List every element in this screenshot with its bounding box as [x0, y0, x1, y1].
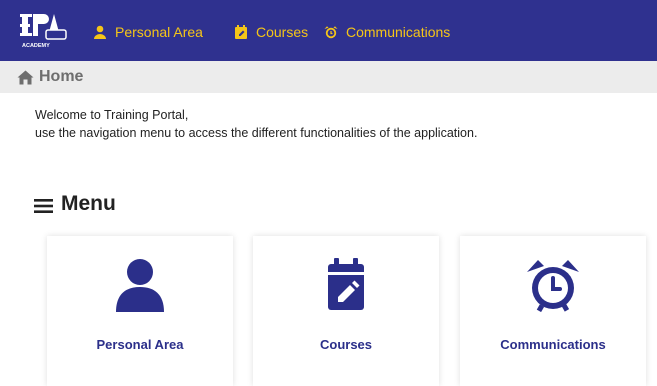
user-icon	[112, 256, 168, 312]
menu-card-courses-label: Courses	[319, 337, 373, 352]
nav-courses[interactable]: Courses	[234, 22, 308, 42]
nav-courses-label: Courses	[256, 24, 309, 40]
breadcrumb: Home	[0, 61, 657, 93]
menu-card-personal-area-label: Personal Area	[96, 337, 184, 352]
nav-communications[interactable]: Communications	[324, 22, 450, 42]
menu-card-communications[interactable]: Communications	[460, 236, 646, 386]
hamburger-icon	[34, 196, 53, 213]
calendar-edit-icon	[234, 25, 248, 39]
nav-communications-label: Communications	[346, 24, 451, 40]
user-icon	[93, 25, 107, 39]
nav-personal-area-label: Personal Area	[115, 24, 203, 40]
breadcrumb-home-label[interactable]: Home	[39, 68, 83, 86]
menu-card-courses[interactable]: Courses	[253, 236, 439, 386]
top-navbar: ACADEMY Personal Area Courses Communicat…	[0, 0, 657, 61]
svg-text:ACADEMY: ACADEMY	[22, 43, 50, 49]
welcome-line-1: Welcome to Training Portal,	[35, 108, 189, 122]
nav-personal-area[interactable]: Personal Area	[93, 22, 203, 42]
alarm-clock-icon	[525, 256, 581, 313]
menu-card-personal-area[interactable]: Personal Area	[47, 236, 233, 386]
menu-title: Menu	[61, 192, 116, 215]
welcome-message: Welcome to Training Portal, use the navi…	[35, 106, 477, 142]
menu-card-communications-label: Communications	[500, 337, 606, 352]
menu-heading: Menu	[34, 190, 116, 218]
calendar-edit-icon	[318, 256, 374, 312]
home-icon[interactable]	[17, 70, 34, 85]
welcome-line-2: use the navigation menu to access the di…	[35, 126, 478, 140]
academy-logo[interactable]: ACADEMY	[20, 10, 72, 50]
alarm-clock-icon	[324, 25, 338, 39]
